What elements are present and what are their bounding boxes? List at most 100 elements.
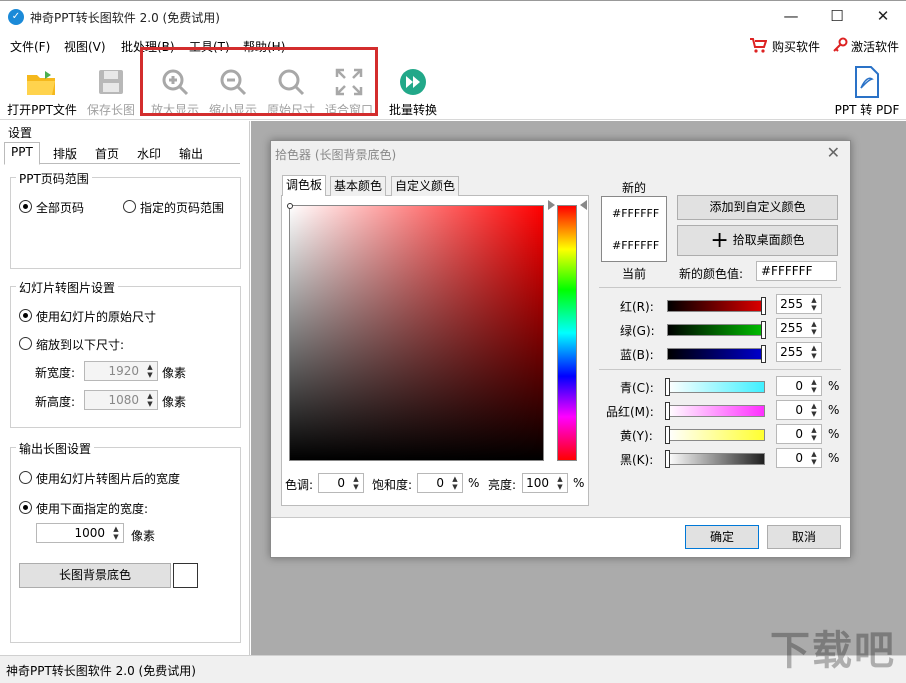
cyan-label: 青(C): [620, 381, 654, 395]
app-icon: ✓ [8, 9, 24, 25]
saturation-input[interactable]: 0 ▲ ▼ [417, 473, 463, 493]
status-text: 神奇PPT转长图软件 2.0 (免费试用) [6, 664, 196, 678]
background-color-button[interactable]: 长图背景底色 [19, 563, 171, 588]
blue-input[interactable]: 255 ▲ ▼ [776, 342, 822, 362]
new-width-input[interactable]: 1920 ▲ ▼ [84, 361, 158, 381]
brightness-input[interactable]: 100 ▲ ▼ [522, 473, 568, 493]
dialog-close-icon[interactable]: ✕ [827, 143, 840, 162]
saturation-brightness-area[interactable] [289, 205, 544, 461]
cyan-input[interactable]: 0 ▲ ▼ [776, 376, 822, 396]
cyan-percent: % [828, 379, 840, 393]
yellow-slider[interactable] [667, 429, 765, 441]
tab-basic-colors[interactable]: 基本颜色 [330, 176, 387, 196]
pick-screen-color-label: 拾取桌面颜色 [732, 233, 805, 247]
open-folder-icon [25, 65, 59, 99]
new-color-value-input[interactable]: #FFFFFF [756, 261, 837, 281]
red-slider[interactable] [667, 300, 765, 312]
use-slide-width-label: 使用幻灯片转图片后的宽度 [36, 472, 181, 486]
tab-palette[interactable]: 调色板 [282, 175, 327, 196]
scale-size-radio[interactable] [19, 337, 32, 350]
spin-arrows-icon[interactable]: ▲ ▼ [809, 426, 819, 442]
green-slider-thumb[interactable] [761, 321, 766, 339]
ok-button[interactable]: 确定 [685, 525, 759, 549]
all-pages-radio[interactable] [19, 200, 32, 213]
color-cursor[interactable] [287, 203, 293, 209]
tab-custom-colors[interactable]: 自定义颜色 [391, 176, 460, 196]
pick-screen-color-button[interactable]: + 拾取桌面颜色 [677, 225, 838, 256]
blue-slider[interactable] [667, 348, 765, 360]
new-height-input[interactable]: 1080 ▲ ▼ [84, 390, 158, 410]
hue-slider[interactable] [557, 205, 577, 461]
yellow-percent: % [828, 427, 840, 441]
cancel-button[interactable]: 取消 [767, 525, 841, 549]
spin-arrows-icon[interactable]: ▲ ▼ [111, 525, 121, 541]
settings-title: 设置 [8, 126, 33, 140]
use-specified-width-radio[interactable] [19, 501, 32, 514]
settings-panel: 设置 PPT 排版 首页 水印 输出 PPT页码范围 全部页码 指定的页码范围 … [0, 121, 250, 655]
ppt-to-pdf-button[interactable]: PPT 转 PDF [832, 59, 902, 117]
output-width-unit: 像素 [131, 529, 156, 543]
tab-watermark[interactable]: 水印 [130, 144, 168, 164]
spin-arrows-icon[interactable]: ▲ ▼ [809, 296, 819, 312]
original-size-radio[interactable] [19, 309, 32, 322]
add-custom-color-button[interactable]: 添加到自定义颜色 [677, 195, 838, 220]
new-color-value-label: 新的颜色值: [679, 267, 744, 281]
yellow-input[interactable]: 0 ▲ ▼ [776, 424, 822, 444]
tab-cover[interactable]: 首页 [88, 144, 126, 164]
page-range-radio[interactable] [123, 200, 136, 213]
saturation-percent: % [468, 476, 480, 490]
green-slider[interactable] [667, 324, 765, 336]
original-size-option-label: 使用幻灯片的原始尺寸 [36, 310, 157, 324]
spin-arrows-icon[interactable]: ▲ ▼ [809, 320, 819, 336]
spin-arrows-icon[interactable]: ▲ ▼ [809, 378, 819, 394]
spin-arrows-icon[interactable]: ▲ ▼ [809, 402, 819, 418]
black-slider-thumb[interactable] [665, 450, 670, 468]
hue-label: 色调: [285, 478, 314, 492]
window-title: 神奇PPT转长图软件 2.0 (免费试用) [30, 11, 220, 25]
tab-ppt[interactable]: PPT [4, 142, 40, 165]
spin-arrows-icon[interactable]: ▲ ▼ [809, 450, 819, 466]
blue-slider-thumb[interactable] [761, 345, 766, 363]
settings-tabs: PPT 排版 首页 水印 输出 [4, 142, 240, 165]
black-slider[interactable] [667, 453, 765, 465]
yellow-label: 黄(Y): [620, 429, 653, 443]
spin-arrows-icon[interactable]: ▲ ▼ [555, 475, 565, 491]
magenta-slider[interactable] [667, 405, 765, 417]
red-input[interactable]: 255 ▲ ▼ [776, 294, 822, 314]
spin-arrows-icon[interactable]: ▲ ▼ [351, 475, 361, 491]
hue-pointer-right-icon[interactable] [580, 200, 587, 210]
save-image-button[interactable]: 保存长图 [84, 59, 138, 117]
magenta-slider-thumb[interactable] [665, 402, 670, 420]
yellow-slider-thumb[interactable] [665, 426, 670, 444]
cyan-slider-thumb[interactable] [665, 378, 670, 396]
menu-file[interactable]: 文件(F) [10, 38, 50, 55]
buy-software-link[interactable]: 购买软件 [772, 38, 820, 55]
hue-input[interactable]: 0 ▲ ▼ [318, 473, 364, 493]
spin-arrows-icon[interactable]: ▲ ▼ [450, 475, 460, 491]
spin-arrows-icon[interactable]: ▲ ▼ [145, 392, 155, 408]
maximize-button[interactable]: ☐ [814, 1, 860, 33]
spin-arrows-icon[interactable]: ▲ ▼ [809, 344, 819, 360]
tab-layout[interactable]: 排版 [46, 144, 84, 164]
new-height-label: 新高度: [35, 395, 76, 409]
hue-pointer-left-icon[interactable] [548, 200, 555, 210]
title-bar: ✓ 神奇PPT转长图软件 2.0 (免费试用) — ☐ ✕ [0, 0, 906, 32]
background-color-swatch[interactable] [173, 563, 198, 588]
green-input[interactable]: 255 ▲ ▼ [776, 318, 822, 338]
output-title: 输出长图设置 [16, 440, 95, 457]
output-width-input[interactable]: 1000 ▲ ▼ [36, 523, 124, 543]
activate-software-link[interactable]: 激活软件 [851, 38, 899, 55]
black-input[interactable]: 0 ▲ ▼ [776, 448, 822, 468]
dialog-title: 拾色器 (长图背景底色) [275, 148, 397, 162]
close-button[interactable]: ✕ [860, 1, 906, 33]
open-ppt-button[interactable]: 打开PPT文件 [4, 59, 80, 117]
menu-view[interactable]: 视图(V) [64, 38, 106, 55]
cyan-slider[interactable] [667, 381, 765, 393]
batch-convert-button[interactable]: 批量转换 [386, 59, 440, 117]
minimize-button[interactable]: — [768, 1, 814, 33]
red-slider-thumb[interactable] [761, 297, 766, 315]
magenta-input[interactable]: 0 ▲ ▼ [776, 400, 822, 420]
tab-output[interactable]: 输出 [172, 144, 210, 164]
use-slide-width-radio[interactable] [19, 471, 32, 484]
spin-arrows-icon[interactable]: ▲ ▼ [145, 363, 155, 379]
